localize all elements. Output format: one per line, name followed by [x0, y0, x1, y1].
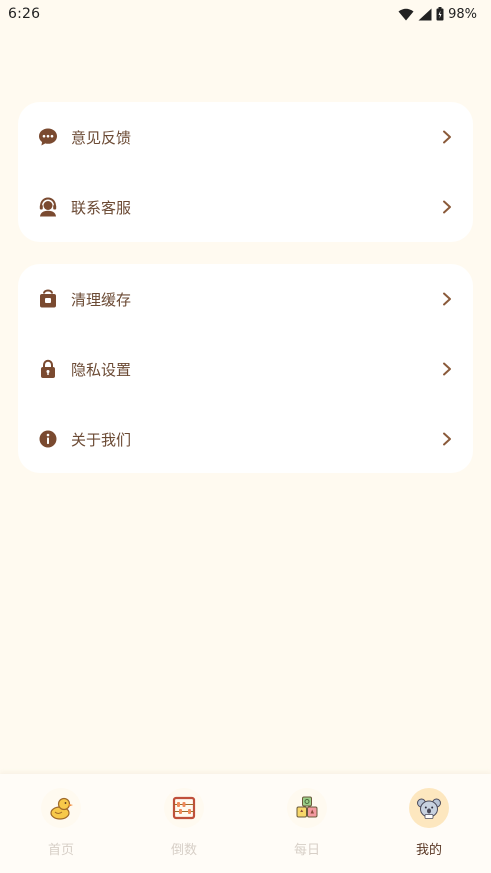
status-icons: 98% — [398, 7, 477, 22]
signal-icon — [418, 8, 432, 21]
customer-service-icon — [38, 197, 58, 217]
koala-icon — [409, 788, 449, 828]
menu-item-label: 关于我们 — [71, 430, 132, 449]
chevron-right-icon — [443, 200, 451, 214]
menu-item-label: 联系客服 — [71, 198, 132, 217]
duck-icon — [41, 788, 81, 828]
menu-item-label: 意见反馈 — [71, 128, 132, 147]
status-bar: 6:26 98% — [0, 0, 491, 28]
menu-item-label: 清理缓存 — [71, 290, 132, 309]
chevron-right-icon — [443, 362, 451, 376]
chevron-right-icon — [443, 432, 451, 446]
settings-card-support: 意见反馈 联系客服 — [18, 102, 473, 242]
bottom-tab-bar: 首页 倒数 每日 我的 — [0, 774, 491, 873]
tab-mine[interactable]: 我的 — [389, 788, 469, 858]
menu-item-about-us[interactable]: 关于我们 — [18, 409, 473, 469]
chevron-right-icon — [443, 130, 451, 144]
menu-item-label: 隐私设置 — [71, 360, 132, 379]
status-time: 6:26 — [8, 6, 41, 22]
battery-icon — [436, 7, 444, 21]
abacus-icon — [164, 788, 204, 828]
chat-bubble-icon — [38, 127, 58, 147]
wifi-icon — [398, 8, 414, 21]
settings-card-general: 清理缓存 隐私设置 关于我们 — [18, 264, 473, 473]
menu-item-clear-cache[interactable]: 清理缓存 — [18, 269, 473, 329]
battery-percent: 98% — [448, 6, 477, 22]
tab-countdown[interactable]: 倒数 — [144, 788, 224, 858]
chevron-right-icon — [443, 292, 451, 306]
tab-home[interactable]: 首页 — [21, 788, 101, 858]
tab-label: 每日 — [293, 843, 320, 858]
menu-item-privacy[interactable]: 隐私设置 — [18, 339, 473, 399]
tab-label: 我的 — [415, 843, 442, 858]
menu-item-feedback[interactable]: 意见反馈 — [18, 107, 473, 167]
storage-icon — [38, 289, 58, 309]
tab-label: 倒数 — [170, 843, 197, 858]
tab-label: 首页 — [47, 843, 74, 858]
lock-icon — [38, 359, 58, 379]
tab-daily[interactable]: 每日 — [267, 788, 347, 858]
info-icon — [38, 429, 58, 449]
blocks-icon — [287, 788, 327, 828]
menu-item-customer-service[interactable]: 联系客服 — [18, 177, 473, 237]
